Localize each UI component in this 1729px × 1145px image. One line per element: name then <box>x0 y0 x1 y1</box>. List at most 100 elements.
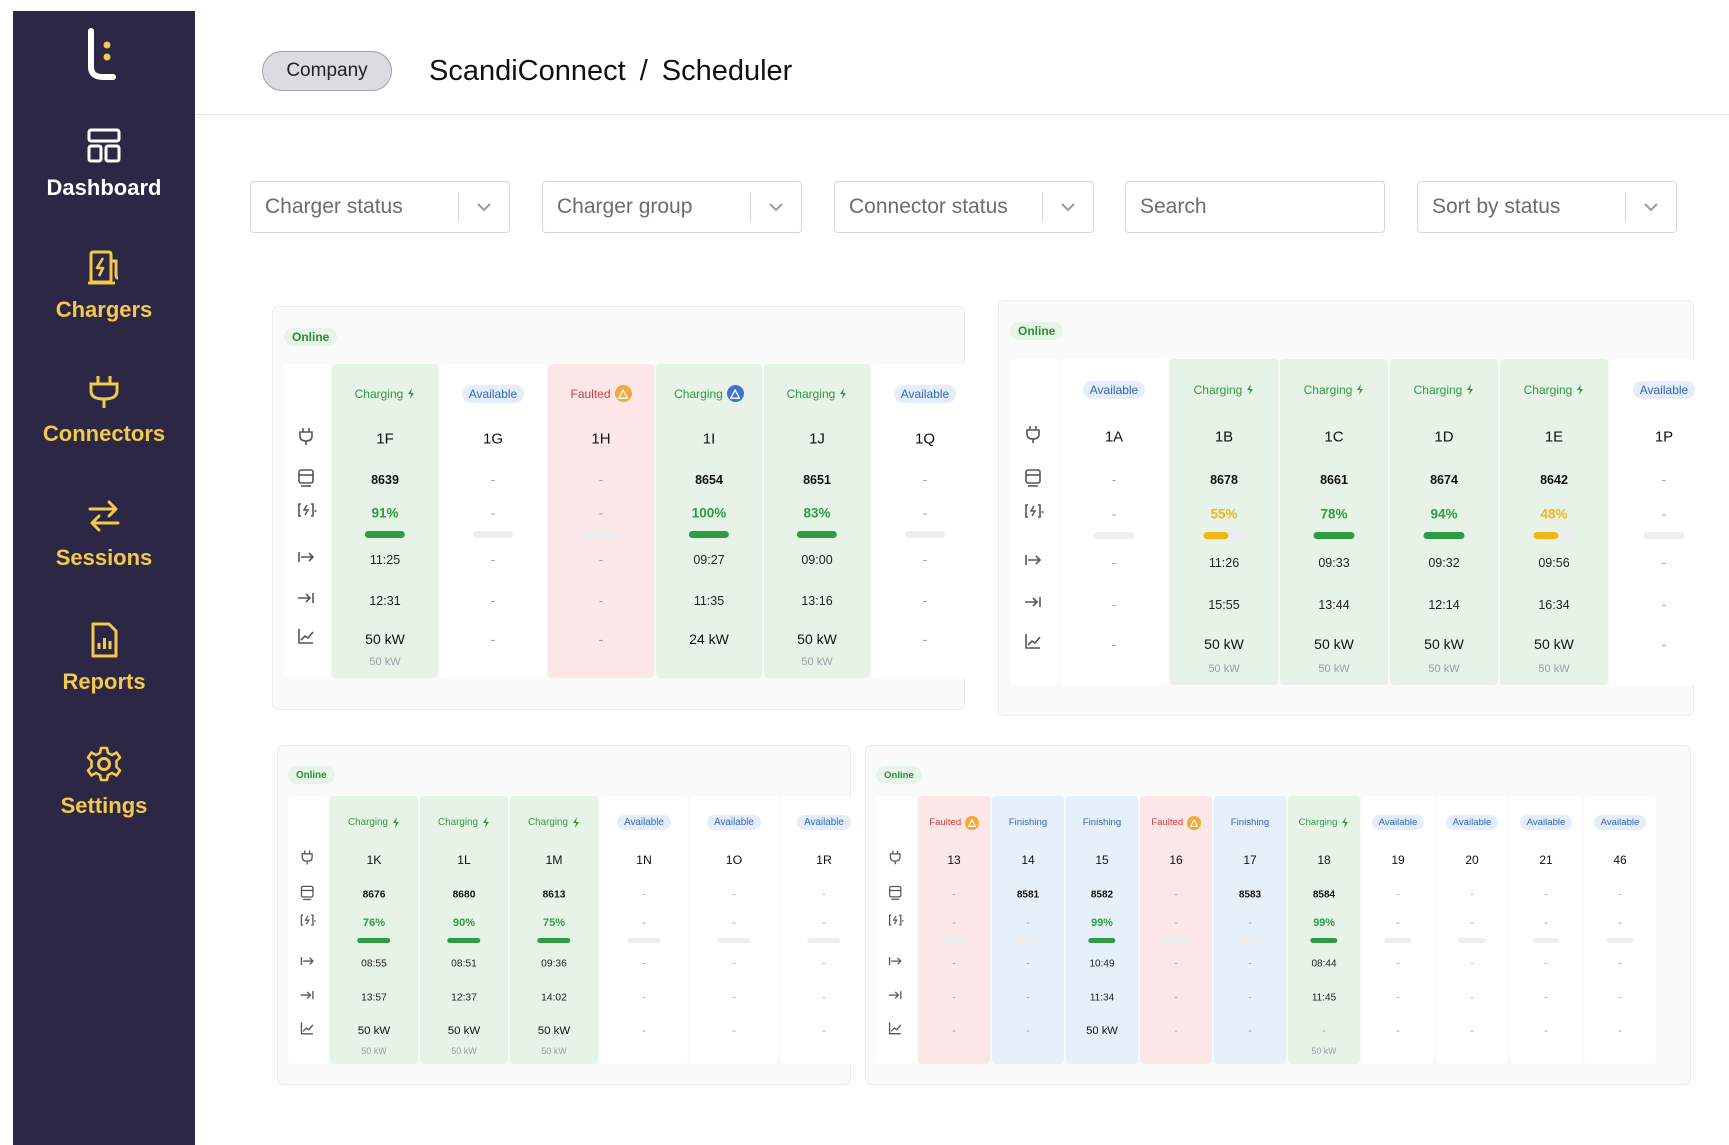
sidebar-item-chargers[interactable]: Chargers <box>13 249 195 359</box>
connector-column-1c[interactable]: Charging 1C 8661 78% 09:33 13:44 50 kW 50 kW <box>1280 359 1388 685</box>
charge-percentage: - <box>1111 506 1117 522</box>
meter-reading: - <box>1396 889 1400 901</box>
connector-column-1a[interactable]: Available 1A - - - - - <box>1060 359 1168 685</box>
connector-column-18[interactable]: Charging 18 8584 99% 08:44 11:45 - 50 kW <box>1288 796 1360 1064</box>
connector-column-17[interactable]: Finishing 17 8583 - - - - <box>1214 796 1286 1064</box>
sidebar-item-label: Connectors <box>42 421 166 446</box>
connector-column-21[interactable]: Available 21 - - - - - <box>1510 796 1582 1064</box>
session-start-time: 11:25 <box>369 553 401 568</box>
connector-grid: Charging 1K 8676 76% 08:55 13:57 50 kW 50 kW Ch… <box>288 796 868 1064</box>
session-end-time: - <box>642 992 646 1004</box>
status-label-text: Available <box>1526 817 1566 829</box>
connector-column-16[interactable]: Faulted 16 - - - - - <box>1140 796 1212 1064</box>
meter-reading: - <box>1544 889 1548 901</box>
connector-column-19[interactable]: Available 19 - - - - - <box>1362 796 1434 1064</box>
meter-reading: - <box>822 889 826 901</box>
meter-reading: - <box>1470 889 1474 901</box>
charger-card[interactable]: Online Faulted 13 - - - - - Finishing 14 8581 - - - -… <box>865 745 1691 1085</box>
meter-reading: 8678 <box>1210 472 1238 487</box>
session-start-time: - <box>598 553 604 568</box>
connector-status-select[interactable]: Connector status <box>834 181 1094 233</box>
charge-percentage: - <box>598 505 604 521</box>
row-icon-column <box>876 796 916 1064</box>
connector-column-1g[interactable]: Available 1G - - - - - <box>440 364 546 678</box>
app-window: Dashboard Chargers Connectors Sessions R… <box>13 11 1729 1145</box>
lightning-icon <box>482 817 489 829</box>
charger-card[interactable]: Online Charging 1F 8639 91% 11:25 12:31 50 kW 5… <box>272 306 978 710</box>
dashboard-icon <box>87 128 121 163</box>
sidebar-item-settings[interactable]: Settings <box>13 745 195 855</box>
charge-progress-bar <box>1384 937 1412 944</box>
brand-logo-icon[interactable] <box>83 27 123 83</box>
max-power: 50 kW <box>1428 662 1460 675</box>
connector-status-badge: Available <box>780 812 868 831</box>
connector-column-14[interactable]: Finishing 14 8581 - - - - <box>992 796 1064 1064</box>
connector-column-1d[interactable]: Charging 1D 8674 94% 09:32 12:14 50 kW 50 kW <box>1390 359 1498 685</box>
charge-progress-bar <box>688 530 730 538</box>
connector-column-1k[interactable]: Charging 1K 8676 76% 08:55 13:57 50 kW 50 kW <box>330 796 418 1064</box>
sidebar-item-label: Settings <box>60 793 148 818</box>
connector-column-46[interactable]: Available 46 - - - - - <box>1584 796 1656 1064</box>
row-icon-column <box>288 796 328 1064</box>
status-label-text: Charging <box>1303 382 1353 397</box>
connector-column-1q[interactable]: Available 1Q - - - - - <box>872 364 978 678</box>
current-power: - <box>952 1024 956 1037</box>
connector-column-15[interactable]: Finishing 15 8582 99% 10:49 11:34 50 kW <box>1066 796 1138 1064</box>
connector-column-1e[interactable]: Charging 1E 8642 48% 09:56 16:34 50 kW 50 kW <box>1500 359 1608 685</box>
current-power: 50 kW <box>1204 636 1244 653</box>
connector-column-1l[interactable]: Charging 1L 8680 90% 08:51 12:37 50 kW 50 kW <box>420 796 508 1064</box>
charge-progress-bar <box>1532 937 1560 944</box>
connector-status-badge: Faulted <box>1140 812 1212 830</box>
charger-group-select[interactable]: Charger group <box>542 181 802 233</box>
connector-column-1b[interactable]: Charging 1B 8678 55% 11:26 15:55 50 kW 50 kW <box>1170 359 1278 685</box>
charge-percentage: - <box>1618 917 1622 930</box>
connector-column-1h[interactable]: Faulted 1H - - - - - <box>548 364 654 678</box>
connector-name: 1D <box>1434 428 1454 446</box>
end-time-icon <box>299 987 317 1010</box>
status-label-text: Faulted <box>929 817 962 829</box>
charge-progress-bar <box>1423 532 1465 540</box>
charge-percentage: - <box>1174 917 1178 930</box>
start-time-icon <box>299 952 317 975</box>
connector-column-1j[interactable]: Charging 1J 8651 83% 09:00 13:16 50 kW 50 kW <box>764 364 870 678</box>
search-input[interactable] <box>1125 181 1385 233</box>
meter-reading: 8584 <box>1312 889 1336 901</box>
connector-column-1n[interactable]: Available 1N - - - - - <box>600 796 688 1064</box>
connector-status-badge: Charging <box>1288 812 1360 830</box>
charger-status-badge: Online <box>288 766 335 784</box>
session-end-time: 16:34 <box>1538 598 1570 613</box>
session-end-time: - <box>1111 598 1117 613</box>
connector-status-placeholder: Connector status <box>849 195 1008 218</box>
connector-column-13[interactable]: Faulted 13 - - - - - <box>918 796 990 1064</box>
status-label-text: Finishing <box>1082 817 1122 829</box>
sidebar-item-reports[interactable]: Reports <box>13 621 195 731</box>
connector-column-1r[interactable]: Available 1R - - - - - <box>780 796 868 1064</box>
status-label-text: Charging <box>1523 382 1573 397</box>
charger-status-select[interactable]: Charger status <box>250 181 510 233</box>
charge-percentage: 55% <box>1210 506 1238 522</box>
sidebar-item-dashboard[interactable]: Dashboard <box>13 127 195 237</box>
lightning-icon <box>1247 384 1254 396</box>
charge-level-icon <box>299 912 317 935</box>
company-selector-button[interactable]: Company <box>262 51 392 91</box>
charge-percentage: 76% <box>362 917 386 930</box>
connector-column-1i[interactable]: Charging 1I 8654 100% 09:27 11:35 24 kW <box>656 364 762 678</box>
connector-column-1f[interactable]: Charging 1F 8639 91% 11:25 12:31 50 kW 50 kW <box>332 364 438 678</box>
connector-column-1p[interactable]: Available 1P - - - - - <box>1610 359 1718 685</box>
battery-icon <box>296 467 318 494</box>
connector-column-1o[interactable]: Available 1O - - - - - <box>690 796 778 1064</box>
connector-status-badge: Available <box>1060 380 1168 399</box>
charge-percentage: - <box>1248 917 1252 930</box>
charge-level-icon <box>296 500 318 527</box>
charger-card[interactable]: Online Available 1A - - - - - Charging 1B 8678 55%… <box>998 300 1718 716</box>
charge-percentage: 94% <box>1430 506 1458 522</box>
sidebar-item-connectors[interactable]: Connectors <box>13 373 195 483</box>
connector-status-badge: Charging <box>764 385 870 403</box>
breadcrumb-company[interactable]: ScandiConnect <box>429 55 626 88</box>
connector-column-1m[interactable]: Charging 1M 8613 75% 09:36 14:02 50 kW 50 kW <box>510 796 598 1064</box>
charger-card[interactable]: Online Charging 1K 8676 76% 08:55 13:57 50 kW 5… <box>277 745 868 1085</box>
connector-column-20[interactable]: Available 20 - - - - - <box>1436 796 1508 1064</box>
sidebar-item-sessions[interactable]: Sessions <box>13 497 195 607</box>
session-end-time: - <box>1248 992 1252 1004</box>
sort-select[interactable]: Sort by status <box>1417 181 1677 233</box>
